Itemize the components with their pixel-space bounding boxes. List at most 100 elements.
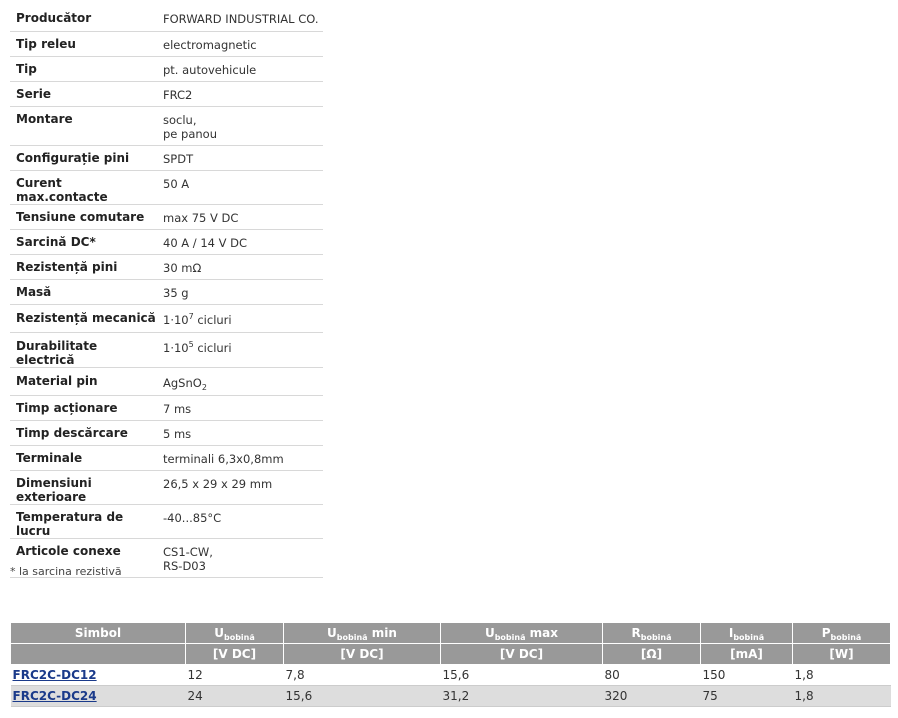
spec-label: Tensiune comutare — [10, 204, 157, 230]
spec-label: Timp acționare — [10, 395, 157, 421]
unit-cell: [V DC] — [185, 643, 284, 665]
spec-value: FORWARD INDUSTRIAL CO. — [157, 6, 323, 32]
value-unit: cicluri — [193, 340, 232, 355]
spec-label: Terminale — [10, 445, 157, 471]
spec-label: Producător — [10, 6, 157, 32]
spec-value: SPDT — [157, 145, 323, 171]
header-row: Simbol Ubobină Ubobină min Ubobină max R… — [10, 622, 891, 644]
table-row: FRC2C-DC12 12 7,8 15,6 80 150 1,8 — [10, 664, 891, 686]
models-table: Simbol Ubobină Ubobină min Ubobină max R… — [10, 622, 891, 707]
column-header-coil-power: Pbobină — [792, 622, 891, 644]
spec-row: Tip releu electromagnetic — [10, 31, 323, 57]
table-cell: 1,8 — [792, 685, 891, 707]
specifications-table: Producător FORWARD INDUSTRIAL CO. Tip rel… — [10, 6, 323, 578]
unit-cell: [W] — [792, 643, 891, 665]
spec-row: Durabilitate electrică 1·105 cicluri — [10, 332, 323, 368]
value-base: 1·10 — [163, 312, 189, 327]
table-cell: 1,8 — [792, 664, 891, 686]
spec-row: Timp descărcare 5 ms — [10, 420, 323, 446]
spec-label: Tip releu — [10, 31, 157, 57]
unit-cell: [V DC] — [283, 643, 441, 665]
spec-row: Configurație pini SPDT — [10, 145, 323, 171]
spec-value: 26,5 x 29 x 29 mm — [157, 470, 323, 505]
spec-row: Tip pt. autovehicule — [10, 56, 323, 82]
table-cell: 15,6 — [440, 664, 603, 686]
unit-cell — [10, 643, 186, 665]
spec-row: Timp acționare 7 ms — [10, 395, 323, 421]
symbol-cell: FRC2C-DC12 — [10, 664, 186, 686]
product-link[interactable]: FRC2C-DC24 — [13, 689, 97, 703]
spec-row: Dimensiuni exterioare 26,5 x 29 x 29 mm — [10, 470, 323, 505]
spec-row: Serie FRC2 — [10, 81, 323, 107]
spec-label: Timp descărcare — [10, 420, 157, 446]
spec-value: max 75 V DC — [157, 204, 323, 230]
unit-cell: [V DC] — [440, 643, 603, 665]
table-cell: 150 — [700, 664, 793, 686]
footnote: * la sarcina rezistivă — [10, 565, 122, 578]
spec-row: Material pin AgSnO2 — [10, 367, 323, 396]
spec-value: soclu, pe panou — [157, 106, 323, 146]
table-cell: 12 — [185, 664, 284, 686]
spec-label: Montare — [10, 106, 157, 146]
spec-row: Temperatura de lucru -40...85°C — [10, 504, 323, 539]
table-cell: 7,8 — [283, 664, 441, 686]
spec-value: -40...85°C — [157, 504, 323, 539]
column-header-coil-current: Ibobină — [700, 622, 793, 644]
spec-label: Configurație pini — [10, 145, 157, 171]
spec-value: 40 A / 14 V DC — [157, 229, 323, 255]
spec-value-line: CS1-CW, — [163, 544, 213, 559]
table-cell: 80 — [602, 664, 701, 686]
spec-label: Curent max.contacte — [10, 170, 157, 205]
spec-value-line: RS-D03 — [163, 558, 206, 573]
column-header-symbol: Simbol — [10, 622, 186, 644]
spec-value: 30 mΩ — [157, 254, 323, 280]
spec-row: Curent max.contacte 50 A — [10, 170, 323, 205]
table-cell: 15,6 — [283, 685, 441, 707]
value-base: 1·10 — [163, 340, 189, 355]
spec-value-line: pe panou — [163, 126, 217, 141]
unit-cell: [mA] — [700, 643, 793, 665]
spec-label: Rezistență mecanică — [10, 304, 157, 333]
spec-value: 50 A — [157, 170, 323, 205]
spec-label: Serie — [10, 81, 157, 107]
spec-value: electromagnetic — [157, 31, 323, 57]
symbol-cell: FRC2C-DC24 — [10, 685, 186, 707]
spec-label: Sarcină DC* — [10, 229, 157, 255]
table-cell: 31,2 — [440, 685, 603, 707]
spec-label: Temperatura de lucru — [10, 504, 157, 539]
spec-row: Terminale terminali 6,3x0,8mm — [10, 445, 323, 471]
spec-value-line: soclu, — [163, 112, 197, 127]
spec-row: Producător FORWARD INDUSTRIAL CO. — [10, 6, 323, 32]
spec-label: Material pin — [10, 367, 157, 396]
spec-row: Sarcină DC* 40 A / 14 V DC — [10, 229, 323, 255]
unit-cell: [Ω] — [602, 643, 701, 665]
spec-value: FRC2 — [157, 81, 323, 107]
spec-row: Montare soclu, pe panou — [10, 106, 323, 146]
spec-row: Rezistență mecanică 1·107 cicluri — [10, 304, 323, 333]
units-row: [V DC] [V DC] [V DC] [Ω] [mA] [W] — [10, 643, 891, 665]
value-unit: cicluri — [193, 312, 232, 327]
value-subscript: 2 — [201, 382, 207, 392]
spec-label: Durabilitate electrică — [10, 332, 157, 368]
spec-label: Masă — [10, 279, 157, 305]
table-row: FRC2C-DC24 24 15,6 31,2 320 75 1,8 — [10, 685, 891, 707]
spec-value: 7 ms — [157, 395, 323, 421]
spec-value: 5 ms — [157, 420, 323, 446]
spec-row: Tensiune comutare max 75 V DC — [10, 204, 323, 230]
table-cell: 320 — [602, 685, 701, 707]
spec-value: CS1-CW, RS-D03 — [157, 538, 323, 578]
product-link[interactable]: FRC2C-DC12 — [13, 668, 97, 682]
column-header-coil-voltage: Ubobină — [185, 622, 284, 644]
spec-value: terminali 6,3x0,8mm — [157, 445, 323, 471]
column-header-coil-voltage-max: Ubobină max — [440, 622, 603, 644]
spec-row: Masă 35 g — [10, 279, 323, 305]
table-cell: 24 — [185, 685, 284, 707]
spec-value: 1·107 cicluri — [157, 304, 323, 333]
spec-label: Dimensiuni exterioare — [10, 470, 157, 505]
spec-label: Tip — [10, 56, 157, 82]
table-cell: 75 — [700, 685, 793, 707]
spec-value: 35 g — [157, 279, 323, 305]
spec-value: 1·105 cicluri — [157, 332, 323, 368]
column-header-coil-voltage-min: Ubobină min — [283, 622, 441, 644]
spec-value: AgSnO2 — [157, 367, 323, 396]
